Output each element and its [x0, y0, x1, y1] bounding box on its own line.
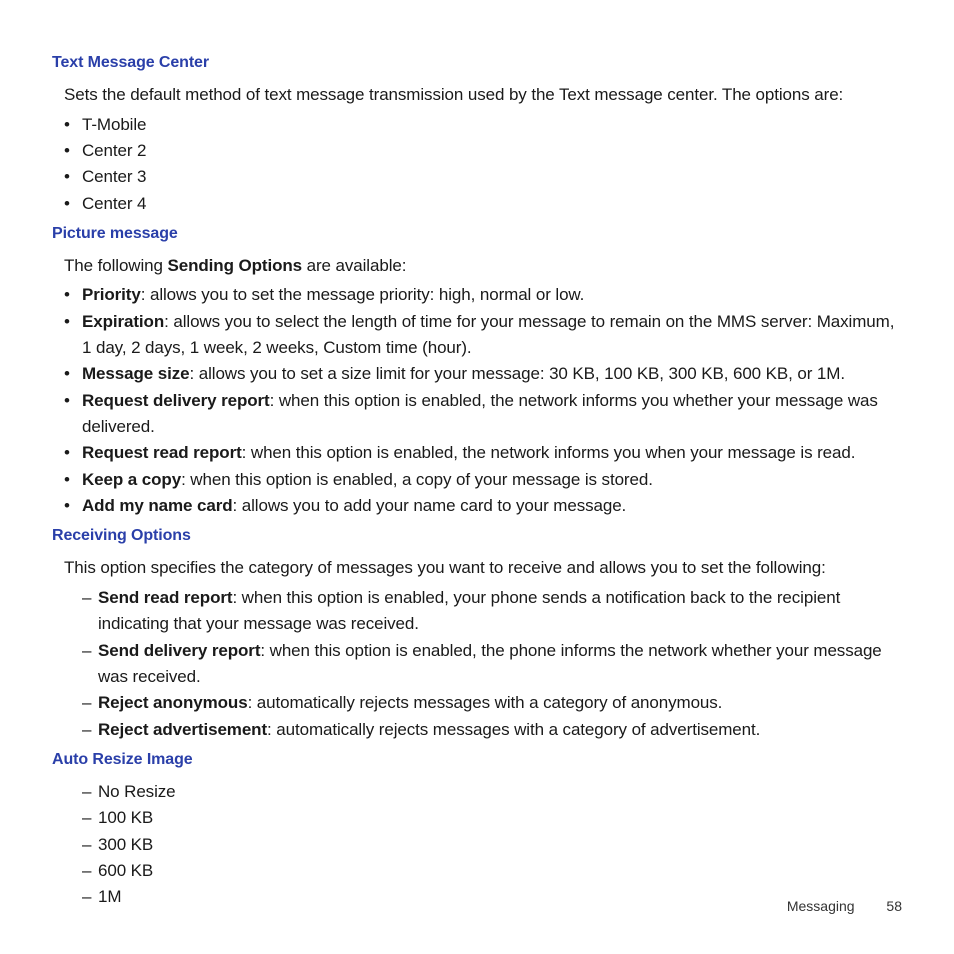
list-item: Message size: allows you to set a size l… [64, 361, 902, 387]
term: Expiration [82, 312, 164, 331]
list-item: Priority: allows you to set the message … [64, 282, 902, 308]
list-item: Reject anonymous: automatically rejects … [82, 690, 902, 716]
desc: : when this option is enabled, a copy of… [181, 470, 653, 489]
list-item: Request read report: when this option is… [64, 440, 902, 466]
footer-section-name: Messaging [787, 898, 855, 914]
term: Keep a copy [82, 470, 181, 489]
list-item: Keep a copy: when this option is enabled… [64, 467, 902, 493]
list-picture-message: Priority: allows you to set the message … [64, 282, 902, 519]
term: Reject anonymous [98, 693, 248, 712]
document-page: Text Message Center Sets the default met… [0, 0, 954, 954]
list-item: Request delivery report: when this optio… [64, 388, 902, 441]
term: Request read report [82, 443, 242, 462]
heading-auto-resize-image: Auto Resize Image [52, 751, 902, 769]
heading-receiving-options: Receiving Options [52, 527, 902, 545]
footer-page-number: 58 [886, 898, 902, 914]
list-item: Send delivery report: when this option i… [82, 638, 902, 691]
list-item: 1M [82, 884, 902, 910]
term: Priority [82, 285, 141, 304]
term: Request delivery report [82, 391, 270, 410]
list-item: No Resize [82, 779, 902, 805]
intro-receiving-options: This option specifies the category of me… [64, 555, 902, 581]
list-item: Center 3 [64, 164, 902, 190]
list-item: Center 4 [64, 191, 902, 217]
term: Send delivery report [98, 641, 260, 660]
desc: : allows you to add your name card to yo… [233, 496, 627, 515]
list-receiving-options: Send read report: when this option is en… [82, 585, 902, 743]
list-item: Center 2 [64, 138, 902, 164]
intro-picture-message: The following Sending Options are availa… [64, 253, 902, 279]
list-item: Expiration: allows you to select the len… [64, 309, 902, 362]
desc: : allows you to select the length of tim… [82, 312, 894, 357]
desc: : automatically rejects messages with a … [267, 720, 760, 739]
text-fragment: The following [64, 256, 168, 275]
term: Add my name card [82, 496, 233, 515]
desc: : when this option is enabled, the netwo… [242, 443, 856, 462]
heading-picture-message: Picture message [52, 225, 902, 243]
term: Message size [82, 364, 189, 383]
text-fragment: are available: [302, 256, 406, 275]
intro-text-message-center: Sets the default method of text message … [64, 82, 902, 108]
term: Send read report [98, 588, 232, 607]
text-bold: Sending Options [168, 256, 303, 275]
page-footer: Messaging 58 [787, 898, 902, 914]
desc: : allows you to set a size limit for you… [189, 364, 844, 383]
list-item: Reject advertisement: automatically reje… [82, 717, 902, 743]
list-item: Add my name card: allows you to add your… [64, 493, 902, 519]
heading-text-message-center: Text Message Center [52, 54, 902, 72]
term: Reject advertisement [98, 720, 267, 739]
list-item: 600 KB [82, 858, 902, 884]
list-item: T-Mobile [64, 112, 902, 138]
list-item: 100 KB [82, 805, 902, 831]
list-item: 300 KB [82, 832, 902, 858]
list-auto-resize-image: No Resize 100 KB 300 KB 600 KB 1M [82, 779, 902, 911]
desc: : automatically rejects messages with a … [248, 693, 723, 712]
list-text-message-center: T-Mobile Center 2 Center 3 Center 4 [64, 112, 902, 217]
list-item: Send read report: when this option is en… [82, 585, 902, 638]
desc: : allows you to set the message priority… [141, 285, 585, 304]
